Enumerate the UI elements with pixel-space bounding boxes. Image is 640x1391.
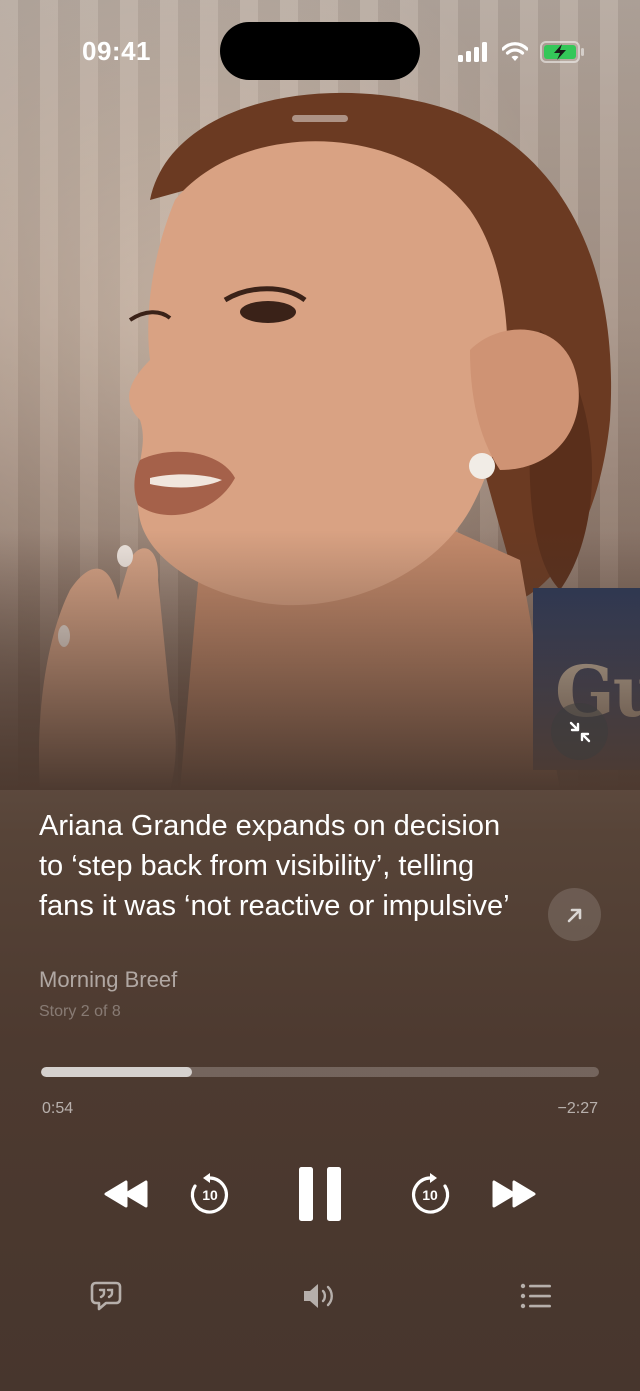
quote-bubble-icon — [90, 1281, 122, 1311]
pause-button[interactable] — [292, 1162, 348, 1226]
battery-charging-icon — [540, 41, 584, 63]
remaining-time: −2:27 — [557, 1100, 598, 1117]
story-position: Story 2 of 8 — [39, 1003, 121, 1020]
skip-forward-seconds: 10 — [422, 1186, 438, 1203]
pause-icon — [299, 1167, 341, 1221]
cellular-signal-icon — [458, 42, 487, 62]
status-icons — [458, 40, 586, 64]
minimize-button[interactable] — [551, 703, 608, 760]
dynamic-island — [220, 22, 420, 80]
list-icon — [520, 1283, 551, 1309]
status-bar: 09:41 — [0, 0, 640, 100]
status-time: 09:41 — [82, 36, 151, 66]
speaker-icon — [304, 1284, 333, 1308]
rewind-button[interactable] — [100, 1174, 152, 1214]
audio-output-button[interactable] — [300, 1278, 340, 1314]
playback-scrubber[interactable] — [41, 1067, 599, 1077]
fast-forward-icon — [492, 1180, 536, 1208]
skip-forward-button[interactable]: 10 — [408, 1172, 452, 1216]
arrow-up-right-icon — [567, 908, 581, 922]
queue-button[interactable] — [516, 1278, 556, 1314]
skip-back-button[interactable]: 10 — [188, 1172, 232, 1216]
story-title: Ariana Grande expands on decision to ‘st… — [39, 810, 510, 922]
sheet-grabber[interactable] — [292, 115, 348, 122]
skip-back-seconds: 10 — [202, 1186, 218, 1203]
minimize-icon — [569, 721, 590, 742]
fast-forward-button[interactable] — [488, 1174, 540, 1214]
transcript-button[interactable] — [86, 1276, 126, 1316]
playback-progress-fill — [41, 1067, 192, 1077]
wifi-icon — [502, 42, 528, 61]
elapsed-time: 0:54 — [42, 1100, 74, 1117]
open-story-button[interactable] — [548, 888, 601, 941]
story-source[interactable]: Morning Breef — [39, 967, 177, 993]
now-playing-screen: Gu 09:41 — [0, 0, 640, 1391]
rewind-icon — [104, 1180, 148, 1208]
